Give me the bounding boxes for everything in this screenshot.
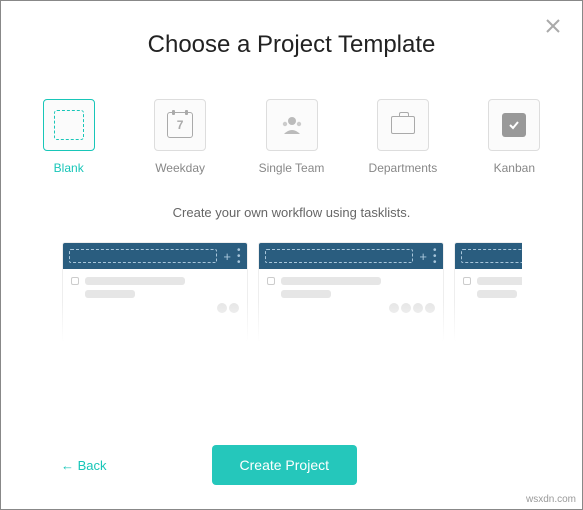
template-list: Blank 7 Weekday Single Team Departments <box>31 99 552 175</box>
tasklist-name-slot <box>69 249 218 263</box>
modal-title: Choose a Project Template <box>31 31 552 59</box>
calendar-icon: 7 <box>167 112 193 138</box>
template-label: Kanban <box>494 161 535 175</box>
template-label: Blank <box>54 161 84 175</box>
plus-icon: + <box>419 250 427 263</box>
preview-card <box>454 242 522 342</box>
template-modal: Choose a Project Template Blank 7 Weekda… <box>1 1 582 509</box>
template-description: Create your own workflow using tasklists… <box>31 205 552 220</box>
template-preview: + ••• + ••• <box>62 242 522 342</box>
create-project-button[interactable]: Create Project <box>212 445 357 485</box>
template-label: Departments <box>369 161 438 175</box>
template-label: Weekday <box>155 161 205 175</box>
preview-card: + ••• <box>62 242 248 342</box>
template-weekday[interactable]: 7 Weekday <box>142 99 217 175</box>
blank-icon <box>54 110 84 140</box>
watermark: wsxdn.com <box>526 494 576 505</box>
template-blank[interactable]: Blank <box>31 99 106 175</box>
template-departments[interactable]: Departments <box>365 99 440 175</box>
back-button[interactable]: ← Back <box>61 458 107 473</box>
tasklist-name-slot <box>265 249 414 263</box>
modal-footer: ← Back Create Project <box>31 435 552 485</box>
template-single-team[interactable]: Single Team <box>254 99 329 175</box>
more-icon: ••• <box>237 248 241 265</box>
team-icon <box>279 112 305 138</box>
briefcase-icon <box>391 116 415 134</box>
template-kanban[interactable]: Kanban <box>477 99 552 175</box>
checkbox-icon <box>502 113 526 137</box>
template-label: Single Team <box>259 161 325 175</box>
preview-card: + ••• <box>258 242 444 342</box>
more-icon: ••• <box>433 248 437 265</box>
plus-icon: + <box>223 250 231 263</box>
tasklist-name-slot <box>461 249 522 263</box>
close-icon[interactable] <box>544 17 562 35</box>
